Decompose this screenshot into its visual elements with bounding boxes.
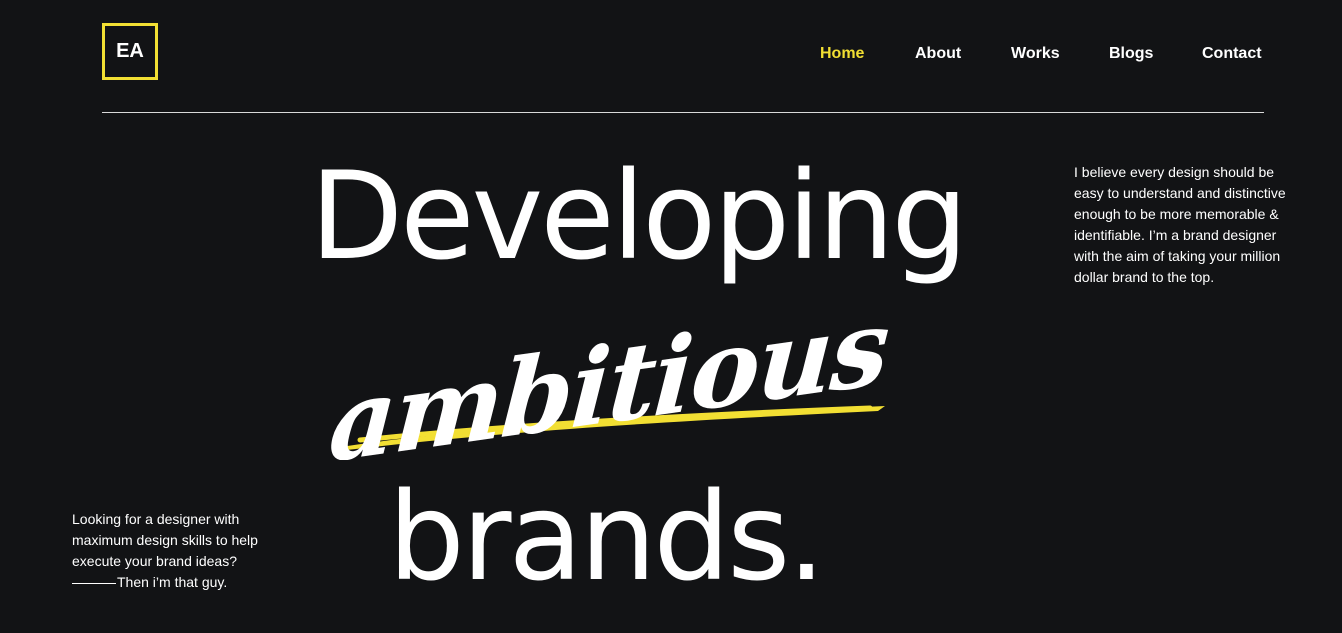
script-word-text: ambitious xyxy=(330,283,892,460)
dash-divider xyxy=(72,582,116,584)
nav-item-works[interactable]: Works xyxy=(1011,44,1060,64)
nav-item-about[interactable]: About xyxy=(915,44,961,64)
header-divider xyxy=(102,112,1264,113)
page: EA Home About Works Blogs Contact Develo… xyxy=(0,0,1342,633)
nav-item-home[interactable]: Home xyxy=(820,44,864,64)
cta-tagline: Then i’m that guy. xyxy=(117,574,228,590)
intro-paragraph: I believe every design should be easy to… xyxy=(1074,164,1286,285)
nav-item-blogs[interactable]: Blogs xyxy=(1109,44,1153,64)
cta-paragraph: Looking for a designer with maximum desi… xyxy=(72,509,292,593)
cta-text: Looking for a designer with maximum desi… xyxy=(72,511,258,569)
nav-item-contact[interactable]: Contact xyxy=(1202,44,1262,64)
main-nav: Home About Works Blogs Contact xyxy=(0,44,1342,66)
script-word-graphic: ambitious xyxy=(330,283,892,460)
hero-headline-line3: brands. xyxy=(388,467,826,608)
hero-headline-line1: Developing xyxy=(310,146,968,287)
hero-script-word: ambitious xyxy=(330,280,910,460)
